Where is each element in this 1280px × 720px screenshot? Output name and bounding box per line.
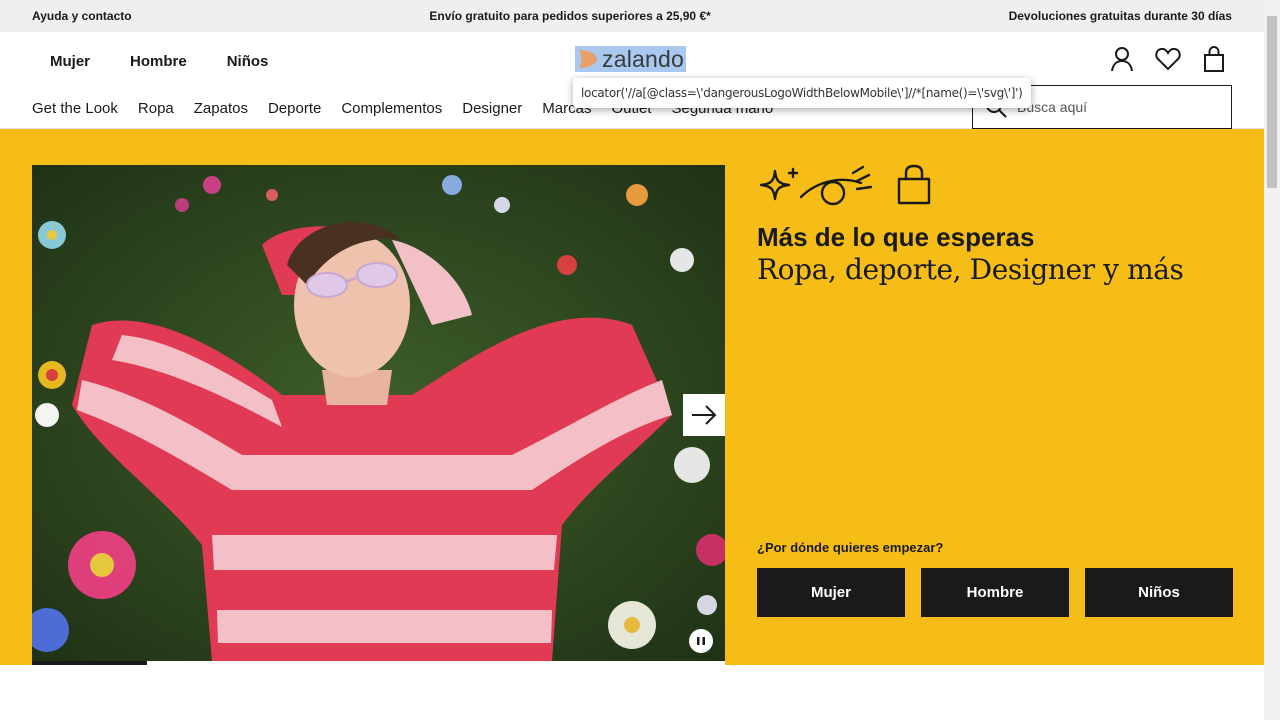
gender-nav: Mujer Hombre Niños [50,53,268,70]
bag-icon[interactable] [1200,45,1228,73]
hero-cta-row: Mujer Hombre Niños [757,568,1233,617]
cta-kids-button[interactable]: Niños [1085,568,1233,617]
gender-nav-men[interactable]: Hombre [130,53,187,70]
cta-men-button[interactable]: Hombre [921,568,1069,617]
heart-icon[interactable] [1154,45,1182,73]
logo-wordmark: zalando [602,46,684,72]
zalando-logo[interactable]: zalando [575,46,686,72]
search-input[interactable] [1017,99,1217,115]
carousel-progress [32,661,725,665]
free-shipping-notice[interactable]: Envío gratuito para pedidos superiores a… [429,9,710,23]
sparkle-eye-bag-icon [759,164,931,206]
category-sport[interactable]: Deporte [268,100,321,117]
scrollbar-thumb[interactable] [1267,16,1277,188]
hero-photo-illustration [32,165,725,661]
pause-icon [697,637,705,645]
page-scrollbar[interactable] [1264,0,1280,720]
user-icon[interactable] [1108,45,1136,73]
cta-women-button[interactable]: Mujer [757,568,905,617]
zalando-mark-icon [579,50,597,68]
free-returns-notice[interactable]: Devoluciones gratuitas durante 30 días [1009,9,1232,23]
category-get-the-look[interactable]: Get the Look [32,100,118,117]
carousel-next-button[interactable] [683,394,725,436]
start-question: ¿Por dónde quieres empezar? [757,540,944,555]
gender-nav-women[interactable]: Mujer [50,53,90,70]
hero-subline: Ropa, deporte, Designer y más [757,253,1184,286]
hero-image[interactable] [32,165,725,661]
gender-nav-kids[interactable]: Niños [227,53,269,70]
category-accessories[interactable]: Complementos [341,100,442,117]
promo-icons [757,163,933,212]
help-contact-link[interactable]: Ayuda y contacto [32,9,132,23]
hero-headline: Más de lo que esperas [757,222,1035,252]
category-clothing[interactable]: Ropa [138,100,174,117]
top-info-bar: Ayuda y contacto Envío gratuito para ped… [0,0,1264,32]
header-actions [1108,45,1228,73]
arrow-right-icon [692,405,717,425]
category-designer[interactable]: Designer [462,100,522,117]
carousel-pause-button[interactable] [689,629,713,653]
locator-tooltip: locator('//a[@class=\'dangerousLogoWidth… [573,78,1031,108]
carousel-progress-fill [32,661,148,665]
category-shoes[interactable]: Zapatos [194,100,248,117]
